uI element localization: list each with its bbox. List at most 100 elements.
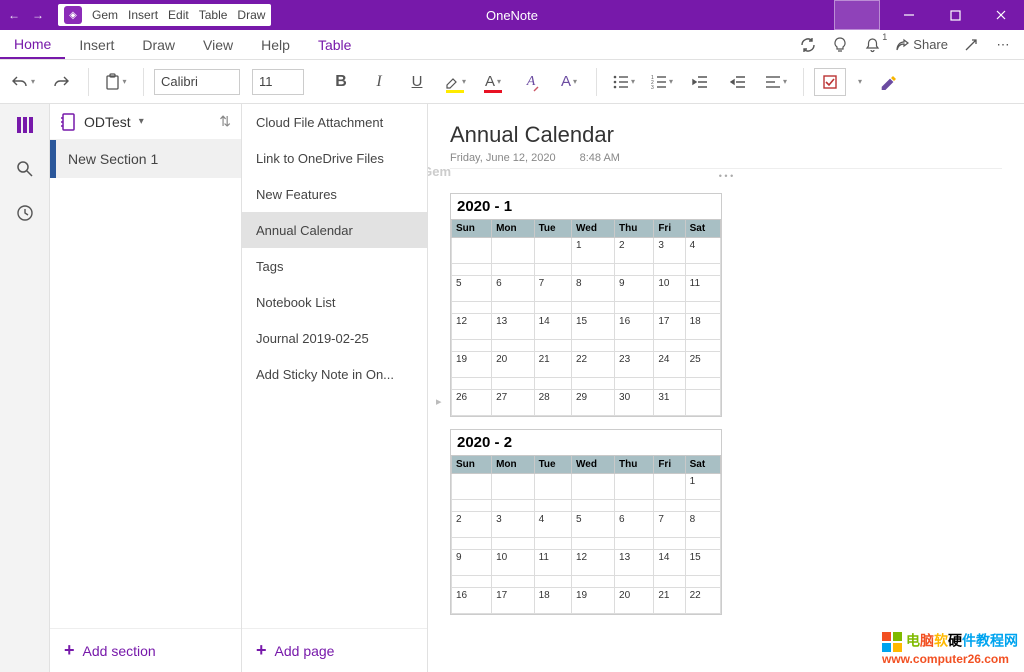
calendar-cell[interactable] <box>654 474 685 500</box>
section-item[interactable]: New Section 1 <box>50 140 241 178</box>
clipboard-button[interactable]: ▾ <box>99 65 133 99</box>
calendar-cell[interactable]: 3 <box>492 512 534 538</box>
calendar-cell[interactable]: 23 <box>615 352 654 378</box>
undo-button[interactable]: ▾ <box>6 65 40 99</box>
calendar-cell[interactable]: 31 <box>654 390 685 416</box>
underline-button[interactable]: U <box>400 65 434 99</box>
calendar-cell[interactable]: 13 <box>615 550 654 576</box>
calendar-cell[interactable]: 16 <box>452 588 492 614</box>
calendar-cell[interactable] <box>572 474 615 500</box>
font-name-input[interactable]: Calibri <box>154 69 240 95</box>
page-item[interactable]: New Features <box>242 176 427 212</box>
calendar-cell[interactable] <box>452 474 492 500</box>
tab-view[interactable]: View <box>189 30 247 59</box>
calendar-cell[interactable]: 22 <box>685 588 720 614</box>
calendar-cell[interactable]: 15 <box>572 314 615 340</box>
font-color-button[interactable]: A▾ <box>476 65 510 99</box>
calendar-cell[interactable]: 8 <box>685 512 720 538</box>
calendar-cell[interactable]: 8 <box>572 276 615 302</box>
calendar-cell[interactable]: 6 <box>492 276 534 302</box>
bold-button[interactable]: B <box>324 65 358 99</box>
calendar-cell[interactable]: 17 <box>492 588 534 614</box>
number-list-button[interactable]: 123▾ <box>645 65 679 99</box>
calendar-cell[interactable]: 11 <box>685 276 720 302</box>
highlight-button[interactable]: ▾ <box>438 65 472 99</box>
calendar-cell[interactable]: 25 <box>685 352 720 378</box>
italic-button[interactable]: I <box>362 65 396 99</box>
calendar-cell[interactable]: 14 <box>654 550 685 576</box>
calendar-cell[interactable]: 28 <box>534 390 571 416</box>
calendar-cell[interactable]: 9 <box>452 550 492 576</box>
calendar-cell[interactable]: 7 <box>534 276 571 302</box>
calendar-cell[interactable]: 6 <box>615 512 654 538</box>
calendar-cell[interactable]: 5 <box>452 276 492 302</box>
add-page-button[interactable]: +Add page <box>242 628 427 672</box>
gem-brand-label[interactable]: Gem <box>92 8 118 22</box>
tab-table-context[interactable]: Table <box>304 30 365 59</box>
tag-dropdown[interactable]: ▾ <box>850 65 868 99</box>
gem-edit[interactable]: Edit <box>168 8 189 22</box>
calendar-cell[interactable]: 22 <box>572 352 615 378</box>
add-section-button[interactable]: +Add section <box>50 628 241 672</box>
calendar-cell[interactable]: 4 <box>534 512 571 538</box>
styles-button[interactable]: A▾ <box>552 65 586 99</box>
calendar-cell[interactable]: 27 <box>492 390 534 416</box>
calendar-cell[interactable]: 14 <box>534 314 571 340</box>
calendar-cell[interactable]: 17 <box>654 314 685 340</box>
lightbulb-icon[interactable] <box>831 36 849 54</box>
tab-help[interactable]: Help <box>247 30 304 59</box>
tag-pen-button[interactable] <box>872 65 906 99</box>
calendar-cell[interactable]: 13 <box>492 314 534 340</box>
font-size-input[interactable]: 11 <box>252 69 304 95</box>
todo-tag-button[interactable] <box>814 68 846 96</box>
calendar-cell[interactable] <box>492 238 534 264</box>
gem-draw[interactable]: Draw <box>237 8 265 22</box>
sort-icon[interactable]: ⇅ <box>219 113 231 130</box>
calendar-cell[interactable]: 10 <box>492 550 534 576</box>
page-item[interactable]: Add Sticky Note in On... <box>242 356 427 392</box>
outdent-button[interactable] <box>683 65 717 99</box>
share-button[interactable]: Share <box>895 37 948 52</box>
calendar-cell[interactable]: 5 <box>572 512 615 538</box>
tab-insert[interactable]: Insert <box>65 30 128 59</box>
calendar-cell[interactable]: 21 <box>654 588 685 614</box>
calendar-cell[interactable]: 2 <box>615 238 654 264</box>
calendar-cell[interactable]: 21 <box>534 352 571 378</box>
calendar-cell[interactable] <box>534 238 571 264</box>
calendar-cell[interactable] <box>452 238 492 264</box>
calendar-cell[interactable]: 19 <box>452 352 492 378</box>
window-close-icon[interactable] <box>978 0 1024 30</box>
calendar-cell[interactable]: 7 <box>654 512 685 538</box>
calendar-cell[interactable]: 16 <box>615 314 654 340</box>
page-title[interactable]: Annual Calendar <box>450 122 1002 148</box>
notebook-header[interactable]: ODTest ▾ ⇅ <box>50 104 241 140</box>
search-icon[interactable] <box>14 158 36 180</box>
tab-home[interactable]: Home <box>0 30 65 59</box>
calendar-cell[interactable]: 20 <box>615 588 654 614</box>
calendar-cell[interactable]: 24 <box>654 352 685 378</box>
bell-icon[interactable] <box>863 36 881 54</box>
calendar-cell[interactable]: 1 <box>572 238 615 264</box>
page-item[interactable]: Annual Calendar <box>242 212 427 248</box>
calendar-cell[interactable] <box>534 474 571 500</box>
user-block[interactable] <box>834 0 880 30</box>
calendar-cell[interactable]: 3 <box>654 238 685 264</box>
tab-draw[interactable]: Draw <box>128 30 189 59</box>
recent-icon[interactable] <box>14 202 36 224</box>
calendar-cell[interactable]: 2 <box>452 512 492 538</box>
gem-insert[interactable]: Insert <box>128 8 158 22</box>
calendar-cell[interactable]: 12 <box>572 550 615 576</box>
calendar-cell[interactable]: 30 <box>615 390 654 416</box>
window-minimize-icon[interactable] <box>886 0 932 30</box>
calendar-cell[interactable]: 18 <box>534 588 571 614</box>
bullet-list-button[interactable]: ▾ <box>607 65 641 99</box>
more-icon[interactable]: ⋯ <box>994 36 1012 54</box>
page-item[interactable]: Cloud File Attachment <box>242 104 427 140</box>
calendar-cell[interactable]: 10 <box>654 276 685 302</box>
sync-icon[interactable] <box>799 36 817 54</box>
fullscreen-icon[interactable] <box>962 36 980 54</box>
clear-format-button[interactable]: A <box>514 65 548 99</box>
calendar-cell[interactable]: 26 <box>452 390 492 416</box>
calendar-cell[interactable] <box>615 474 654 500</box>
page-item[interactable]: Tags <box>242 248 427 284</box>
